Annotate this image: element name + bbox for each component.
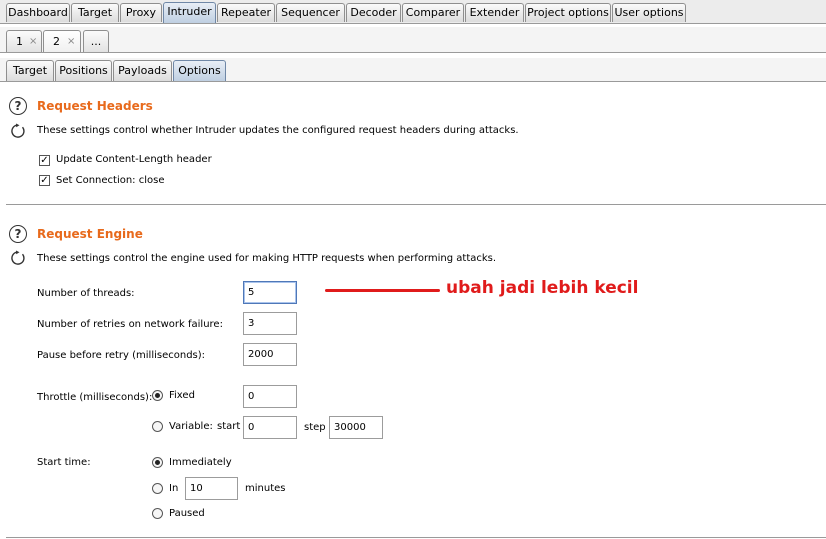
start-minutes-label: minutes [245,483,286,494]
throttle-start-input[interactable] [243,416,297,439]
annotation-arrow-line [325,289,440,292]
update-content-length-checkbox[interactable]: ✓ [39,155,50,166]
throttle-step-input[interactable] [329,416,383,439]
start-paused-label: Paused [169,508,205,519]
annotation-text: ubah jadi lebih kecil [446,278,639,298]
tab-repeater[interactable]: Repeater [217,3,275,22]
intruder-instance-tab-bar: 1 × 2 × ... [0,27,826,53]
update-content-length-label: Update Content-Length header [56,154,212,165]
tab-decoder[interactable]: Decoder [346,3,401,22]
subtab-target[interactable]: Target [6,60,54,81]
section-description: These settings control the engine used f… [37,253,497,264]
tab-proxy[interactable]: Proxy [120,3,162,22]
throttle-fixed-label: Fixed [169,390,195,401]
throttle-step-label: step [304,422,326,433]
start-in-minutes-input[interactable] [185,477,238,500]
threads-label: Number of threads: [37,288,135,299]
section-divider [6,537,826,538]
start-paused-radio[interactable] [152,508,163,519]
help-icon[interactable]: ? [9,97,27,115]
help-icon[interactable]: ? [9,225,27,243]
throttle-label: Throttle (milliseconds): [37,392,153,403]
tab-dashboard[interactable]: Dashboard [6,3,70,22]
throttle-variable-radio[interactable] [152,421,163,432]
new-tab-button[interactable]: ... [83,30,109,52]
start-time-label: Start time: [37,457,91,468]
tab-sequencer[interactable]: Sequencer [276,3,345,22]
close-icon[interactable]: × [29,31,37,52]
instance-tab-label: 2 [53,35,60,48]
threads-input[interactable] [243,281,297,304]
tab-user-options[interactable]: User options [612,3,686,22]
tab-extender[interactable]: Extender [465,3,524,22]
subtab-positions[interactable]: Positions [55,60,112,81]
retries-input[interactable] [243,312,297,335]
set-connection-close-label: Set Connection: close [56,175,165,186]
start-immediately-label: Immediately [169,457,232,468]
set-connection-close-checkbox[interactable]: ✓ [39,175,50,186]
throttle-variable-label: Variable: [169,421,213,432]
main-tab-bar: Dashboard Target Proxy Intruder Repeater… [0,0,826,24]
tab-target[interactable]: Target [71,3,119,22]
section-title-request-engine: Request Engine [37,227,143,241]
tab-comparer[interactable]: Comparer [402,3,464,22]
start-in-label: In [169,483,179,494]
instance-tab-label: 1 [16,35,23,48]
subtab-options[interactable]: Options [173,60,226,81]
pause-before-retry-input[interactable] [243,343,297,366]
throttle-fixed-radio[interactable] [152,390,163,401]
throttle-start-label: start [217,421,241,432]
retries-label: Number of retries on network failure: [37,319,223,330]
section-divider [6,204,826,205]
section-title-request-headers: Request Headers [37,99,153,113]
instance-tab-1[interactable]: 1 × [6,30,42,52]
section-description: These settings control whether Intruder … [37,125,519,136]
restore-defaults-icon[interactable] [10,250,26,266]
instance-tab-2[interactable]: 2 × [43,30,81,52]
restore-defaults-icon[interactable] [10,123,26,139]
tab-intruder[interactable]: Intruder [163,2,216,23]
throttle-fixed-input[interactable] [243,385,297,408]
start-immediately-radio[interactable] [152,457,163,468]
pause-before-retry-label: Pause before retry (milliseconds): [37,350,206,361]
tab-project-options[interactable]: Project options [525,3,611,22]
intruder-sub-tab-bar: Target Positions Payloads Options [0,58,826,82]
close-icon[interactable]: × [67,31,75,52]
start-in-radio[interactable] [152,483,163,494]
subtab-payloads[interactable]: Payloads [113,60,172,81]
